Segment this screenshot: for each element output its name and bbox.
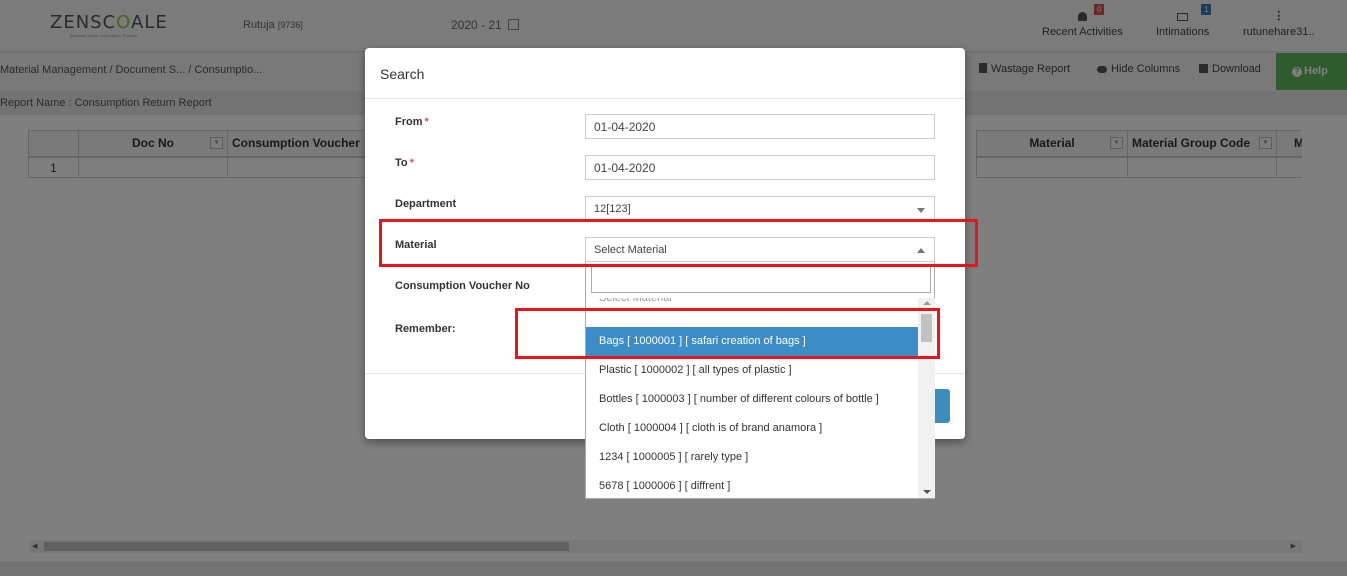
department-select[interactable]: 12[123] (585, 196, 935, 221)
to-date-input[interactable]: 01-04-2020 (585, 155, 935, 180)
dropdown-option[interactable]: Plastic [ 1000002 ] [ all types of plast… (586, 356, 918, 385)
material-dropdown: Select Material Bags [ 1000001 ] [ safar… (585, 262, 935, 499)
required-mark: * (409, 157, 414, 169)
department-selected-value: 12[123] (594, 203, 631, 215)
scroll-down-icon[interactable] (923, 490, 931, 494)
consumption-voucher-label: Consumption Voucher No (395, 280, 530, 292)
highlight-box-selected-option (515, 308, 940, 359)
caret-down-icon (917, 208, 925, 213)
to-label-text: To (395, 157, 408, 169)
dropdown-option[interactable]: 1234 [ 1000005 ] [ rarely type ] (586, 443, 918, 472)
department-label: Department (395, 198, 457, 210)
from-date-input[interactable]: 01-04-2020 (585, 114, 935, 139)
modal-title: Search (365, 48, 965, 99)
required-mark: * (424, 116, 429, 128)
to-label: To * (395, 157, 414, 169)
highlight-box-material (379, 219, 978, 267)
from-label-text: From (395, 116, 423, 128)
from-label: From * (395, 116, 429, 128)
remember-label: Remember: (395, 323, 456, 335)
dropdown-option[interactable]: Cloth [ 1000004 ] [ cloth is of brand an… (586, 414, 918, 443)
dropdown-option[interactable]: 5678 [ 1000006 ] [ diffrent ] (586, 472, 918, 498)
scroll-up-icon[interactable] (923, 301, 931, 305)
material-search-input[interactable] (591, 266, 931, 293)
dropdown-option[interactable]: Bottles [ 1000003 ] [ number of differen… (586, 385, 918, 414)
